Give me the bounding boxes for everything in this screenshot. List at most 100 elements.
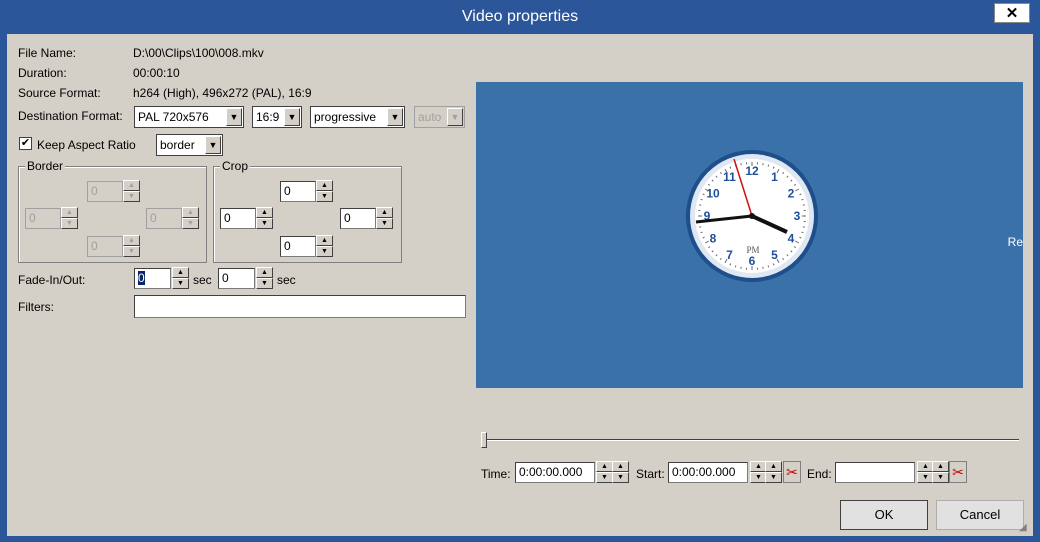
end-spinner-b[interactable]: ▲ ▼ — [932, 461, 949, 484]
spin-up-icon[interactable]: ▲ — [172, 267, 189, 278]
spin-up-icon[interactable]: ▲ — [316, 235, 333, 246]
keep-aspect-mode-value: border — [160, 138, 195, 152]
border-right-field: 0 — [146, 208, 182, 229]
spin-up-icon[interactable]: ▲ — [932, 461, 949, 472]
time-spinner-a[interactable]: ▲ ▼ — [596, 461, 613, 484]
filters-label: Filters: — [18, 300, 54, 314]
border-left-spinner: ▲ ▼ — [61, 207, 78, 230]
spin-down-icon[interactable]: ▼ — [596, 472, 613, 483]
spin-down-icon[interactable]: ▼ — [256, 218, 273, 229]
spin-up-icon: ▲ — [61, 207, 78, 218]
time-spinner-b[interactable]: ▲ ▼ — [612, 461, 629, 484]
spin-down-icon[interactable]: ▼ — [256, 278, 273, 289]
spin-up-icon[interactable]: ▲ — [765, 461, 782, 472]
fade-out-unit: sec — [277, 273, 296, 287]
start-label: Start: — [636, 467, 665, 481]
spin-down-icon[interactable]: ▼ — [316, 246, 333, 257]
aspect-select[interactable]: 16:9 ▼ — [252, 106, 302, 128]
clock-tick — [767, 164, 770, 167]
cancel-button[interactable]: Cancel — [936, 500, 1024, 530]
resize-grip-icon[interactable]: ◢ — [1019, 522, 1031, 534]
scan-select[interactable]: progressive ▼ — [310, 106, 405, 128]
clock-tick — [801, 198, 804, 201]
spin-down-icon[interactable]: ▼ — [932, 472, 949, 483]
filters-input[interactable] — [134, 295, 466, 318]
crop-left-spinner[interactable]: ▲ ▼ — [256, 207, 273, 230]
spin-up-icon[interactable]: ▲ — [612, 461, 629, 472]
crop-top-spinner[interactable]: ▲ ▼ — [316, 180, 333, 203]
spin-down-icon[interactable]: ▼ — [612, 472, 629, 483]
fade-in-field[interactable]: 0 — [134, 268, 171, 289]
crop-right-field[interactable]: 0 — [340, 208, 376, 229]
title-bar[interactable]: Video properties ✕ — [0, 0, 1040, 34]
destination-format-value: PAL 720x576 — [138, 110, 209, 124]
fade-in-unit: sec — [193, 273, 212, 287]
border-bottom-spinner: ▲ ▼ — [123, 235, 140, 258]
spin-down-icon[interactable]: ▼ — [172, 278, 189, 289]
chevron-down-icon: ▼ — [226, 108, 242, 126]
source-format-value: h264 (High), 496x272 (PAL), 16:9 — [133, 86, 312, 100]
spin-down-icon: ▼ — [123, 191, 140, 202]
start-spinner-b[interactable]: ▲ ▼ — [765, 461, 782, 484]
crop-right-spinner[interactable]: ▲ ▼ — [376, 207, 393, 230]
chevron-down-icon: ▼ — [447, 108, 463, 126]
fade-in-value: 0 — [138, 271, 145, 285]
start-field[interactable]: 0:00:00.000 — [668, 462, 748, 483]
clock-number: 2 — [788, 187, 795, 201]
time-field[interactable]: 0:00:00.000 — [515, 462, 595, 483]
destination-format-label: Destination Format: — [18, 109, 123, 123]
close-button[interactable]: ✕ — [994, 3, 1030, 23]
scan-value: progressive — [314, 110, 377, 124]
keep-aspect-checkbox[interactable]: ✔ — [19, 137, 32, 150]
destination-format-select[interactable]: PAL 720x576 ▼ — [134, 106, 244, 128]
set-end-scissors-icon[interactable]: ✂ — [949, 461, 967, 483]
spin-up-icon[interactable]: ▲ — [596, 461, 613, 472]
spin-up-icon: ▲ — [182, 207, 199, 218]
crop-group-title: Crop — [220, 159, 251, 173]
clock-number: 10 — [706, 187, 720, 201]
crop-bottom-spinner[interactable]: ▲ ▼ — [316, 235, 333, 258]
spin-up-icon[interactable]: ▲ — [256, 267, 273, 278]
clock-tick — [801, 231, 804, 234]
aspect-value: 16:9 — [256, 110, 280, 124]
auto-select: auto ▼ — [414, 106, 465, 128]
clock-image: 12 1234567891011 PM — [686, 150, 818, 282]
crop-group: Crop 0 ▲ ▼ 0 ▲ ▼ 0 ▲ ▼ 0 ▲ ▼ — [213, 159, 402, 263]
spin-up-icon[interactable]: ▲ — [256, 207, 273, 218]
spin-down-icon[interactable]: ▼ — [765, 472, 782, 483]
keep-aspect-label: Keep Aspect Ratio — [37, 138, 136, 152]
clock-tick — [734, 265, 737, 268]
fade-out-spinner[interactable]: ▲ ▼ — [256, 267, 273, 290]
clock-period: PM — [746, 245, 759, 255]
spin-down-icon: ▼ — [182, 218, 199, 229]
fade-out-field[interactable]: 0 — [218, 268, 255, 289]
spin-down-icon: ▼ — [123, 246, 140, 257]
crop-left-field[interactable]: 0 — [220, 208, 256, 229]
timeline-slider[interactable] — [481, 439, 1019, 441]
clock-number: 12 — [745, 164, 759, 178]
end-label: End: — [807, 467, 832, 481]
spin-down-icon[interactable]: ▼ — [376, 218, 393, 229]
clock-tick — [767, 265, 770, 268]
time-label: Time: — [481, 467, 511, 481]
clock-tick — [700, 231, 703, 234]
end-field[interactable] — [835, 462, 915, 483]
set-start-scissors-icon[interactable]: ✂ — [783, 461, 801, 483]
crop-top-field[interactable]: 0 — [280, 181, 316, 202]
duration-value: 00:00:10 — [133, 66, 180, 80]
border-top-spinner: ▲ ▼ — [123, 180, 140, 203]
auto-value: auto — [418, 110, 442, 124]
source-format-label: Source Format: — [18, 86, 101, 100]
fade-in-spinner[interactable]: ▲ ▼ — [172, 267, 189, 290]
spin-down-icon[interactable]: ▼ — [316, 191, 333, 202]
spin-up-icon[interactable]: ▲ — [376, 207, 393, 218]
timeline-slider-thumb[interactable] — [481, 432, 487, 448]
border-right-spinner: ▲ ▼ — [182, 207, 199, 230]
ok-button[interactable]: OK — [840, 500, 928, 530]
clock-number: 4 — [788, 232, 795, 246]
keep-aspect-mode-select[interactable]: border ▼ — [156, 134, 223, 156]
video-properties-window: Video properties ✕ File Name: D:\00\Clip… — [0, 0, 1040, 542]
preview-edge-text: Re — [1007, 235, 1023, 249]
spin-up-icon[interactable]: ▲ — [316, 180, 333, 191]
crop-bottom-field[interactable]: 0 — [280, 236, 316, 257]
